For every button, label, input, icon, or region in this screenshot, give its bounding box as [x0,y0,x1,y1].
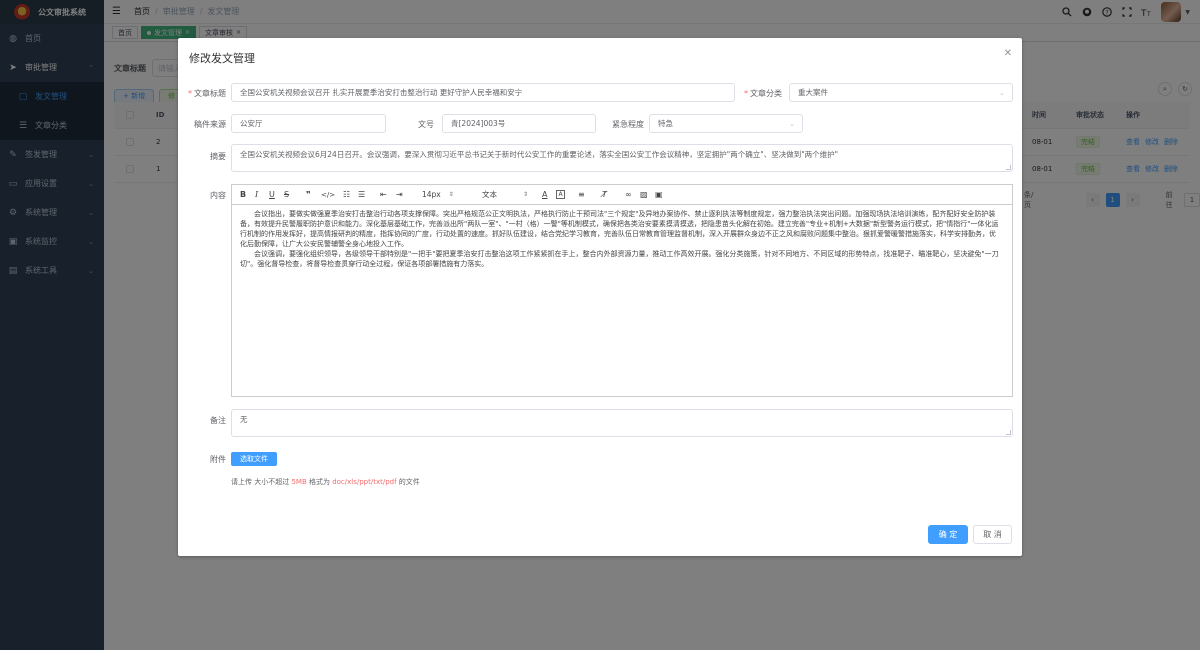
source-label: 稿件来源 [194,120,226,129]
editor-paragraph: 会议指出，要做实做强夏季治安打击整治行动各项支撑保障。突出严格规范公正文明执法，… [240,210,999,248]
urgency-select[interactable]: 特急 ⌄ [649,114,803,133]
background-color-icon[interactable]: A [556,190,565,199]
link-icon[interactable]: ∞ [625,188,632,201]
chevron-updown-icon: ⇕ [523,191,529,198]
summary-label: 摘要 [210,152,226,161]
video-icon[interactable]: ▣ [655,188,663,201]
text-color-icon[interactable]: A [542,188,547,201]
align-icon[interactable]: ≡ [578,188,585,201]
italic-icon[interactable]: I [255,188,258,201]
indent-decrease-icon[interactable]: ⇤ [380,188,387,201]
bullet-list-icon[interactable]: ☰ [358,188,365,201]
bold-icon[interactable]: B [240,188,246,201]
clear-format-icon[interactable]: T̸ [602,188,607,201]
underline-icon[interactable]: U [269,188,275,201]
upload-tip: 请上传 大小不超过 5MB 格式为 doc/xls/ppt/txt/pdf 的文… [231,478,420,486]
title-label: * 文章标题 [188,89,226,98]
category-select[interactable]: 重大案件 ⌄ [789,83,1013,102]
confirm-button[interactable]: 确 定 [928,525,968,544]
rich-text-editor: B I U S ❞ </> ☷ ☰ ⇤ ⇥ 14px ⇕ 文本 ⇕ A A ≡ T̸… [231,184,1013,397]
chevron-down-icon: ⌄ [789,119,795,128]
summary-textarea[interactable]: 全国公安机关视频会议6月24日召开。会议强调，要深入贯彻习近平总书记关于新时代公… [231,144,1013,172]
resize-handle[interactable] [1006,165,1011,170]
editor-paragraph: 会议强调，要强化组织领导，各级领导干部特别是"一把手"要把夏季治安打击整治这项工… [240,250,999,268]
docno-input[interactable]: 青[2024]003号 [442,114,596,133]
block-type-select[interactable]: 文本 ⇕ [482,188,528,201]
image-icon[interactable]: ▨ [640,188,648,201]
remark-textarea[interactable]: 无 [231,409,1013,437]
dialog-title: 修改发文管理 [189,52,255,65]
category-label: * 文章分类 [744,89,782,98]
code-icon[interactable]: </> [321,188,335,201]
title-input[interactable]: 全国公安机关视频会议召开 扎实开展夏季治安打击整治行动 更好守护人民幸福和安宁 [231,83,735,102]
editor-toolbar: B I U S ❞ </> ☷ ☰ ⇤ ⇥ 14px ⇕ 文本 ⇕ A A ≡ T̸… [232,185,1012,205]
editor-content[interactable]: 会议指出，要做实做强夏季治安打击整治行动各项支撑保障。突出严格规范公正文明执法，… [240,209,1002,269]
resize-handle[interactable] [1006,430,1011,435]
cancel-button[interactable]: 取 消 [973,525,1012,544]
indent-increase-icon[interactable]: ⇥ [396,188,403,201]
edit-dialog: 修改发文管理 ✕ * 文章标题 全国公安机关视频会议召开 扎实开展夏季治安打击整治… [178,38,1022,556]
content-label: 内容 [210,191,226,200]
chevron-down-icon: ⌄ [999,88,1005,97]
source-input[interactable]: 公安厅 [231,114,386,133]
close-icon[interactable]: ✕ [1004,48,1012,59]
quote-icon[interactable]: ❞ [306,188,311,201]
select-file-button[interactable]: 选取文件 [231,452,277,466]
ordered-list-icon[interactable]: ☷ [343,188,350,201]
chevron-updown-icon: ⇕ [448,191,454,198]
strikethrough-icon[interactable]: S [284,188,289,201]
urgency-label: 紧急程度 [612,120,644,129]
font-size-select[interactable]: 14px ⇕ [422,188,454,201]
remark-label: 备注 [210,416,226,425]
attachment-label: 附件 [210,455,226,464]
docno-label: 文号 [418,120,434,129]
